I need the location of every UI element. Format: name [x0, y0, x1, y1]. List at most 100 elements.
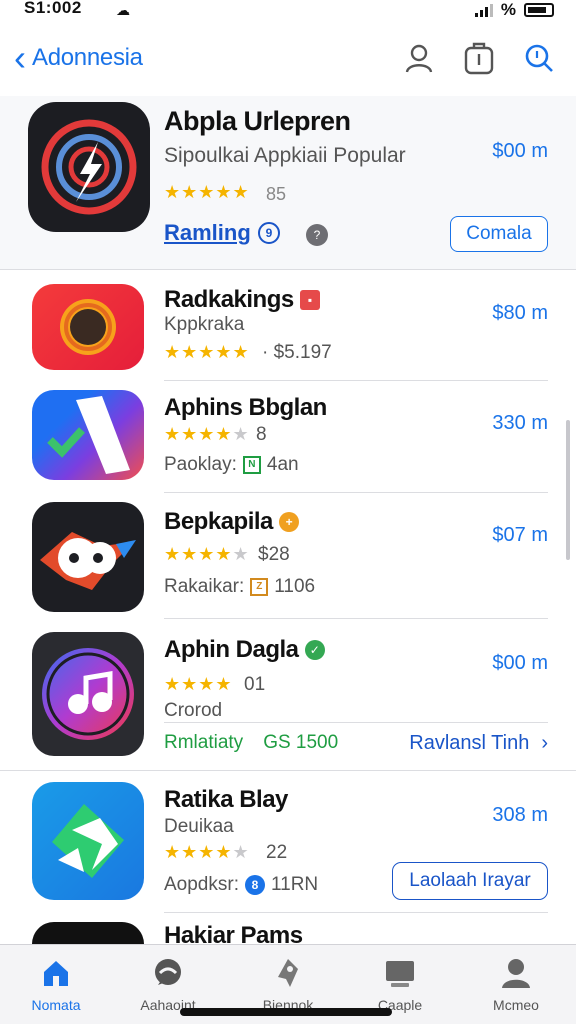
featured-app-subtitle: Sipoulkai Appkiaii Popular [164, 144, 406, 167]
profile-icon [460, 953, 572, 993]
star-rating: ★★★★★ [164, 182, 250, 202]
app-meta: 8 [256, 424, 267, 445]
app-name: Aphin Dagla ✓ [164, 636, 325, 664]
list-item[interactable]: Ratika Blay Deuikaa ★★★★★ 22 308 m Aopdk… [0, 772, 576, 914]
app-badge-icon: + [278, 512, 299, 532]
stars-full: ★★★★ [164, 424, 233, 444]
app-extra-info: Paoklay: N 4an [164, 454, 299, 476]
app-name-text: Hakiar Pams [164, 922, 303, 944]
extra-label: Rmlatiaty [164, 732, 244, 753]
chevron-right-icon: › [541, 732, 548, 754]
nav-bar: ‹ Adonnesia [0, 28, 576, 92]
app-icon [32, 284, 144, 370]
divider [164, 722, 548, 723]
app-subtitle: Crorod [164, 700, 223, 721]
app-extra-info: Rakaikar: Z 1106 [164, 576, 315, 598]
list-item[interactable]: Aphin Dagla ✓ ★★★★ 01 Crorod $00 m Rmlat… [0, 620, 576, 772]
divider [164, 492, 548, 493]
status-time: S1:002 [24, 0, 82, 17]
featured-app-card[interactable]: Abpla Urlepren Sipoulkai Appkiaii Popula… [0, 96, 576, 270]
app-price[interactable]: 330 m [492, 412, 548, 435]
app-name: Radkakings ▪ [164, 286, 320, 314]
app-name: Hakiar Pams [164, 922, 303, 944]
extra-label: Aopdksr: [164, 874, 239, 895]
tab-profile[interactable]: Mcmeo [460, 953, 572, 1013]
battery-icon [524, 3, 554, 17]
app-subtitle: Kppkraka [164, 314, 245, 335]
app-name: Bepkapila + [164, 508, 299, 536]
extra-label: Paoklay: [164, 454, 237, 475]
featured-app-title: Abpla Urlepren [164, 106, 351, 136]
tab-chat[interactable]: Aahaoint [112, 953, 224, 1013]
home-indicator[interactable] [180, 1008, 392, 1016]
list-item[interactable]: Bepkapila + ★★★★★ $28 $07 m Rakaikar: Z … [0, 494, 576, 620]
app-price[interactable]: $07 m [492, 524, 548, 547]
stars-full: ★★★★ [164, 544, 233, 564]
tag-icon: N [242, 456, 261, 474]
extra-text: 4an [266, 454, 299, 475]
status-bar: S1:002 ☁ % [0, 0, 576, 22]
back-label: Adonnesia [32, 44, 143, 71]
app-name: Aphins Bbglan [164, 394, 327, 422]
featured-get-button[interactable]: Comala [450, 216, 548, 252]
info-badge-icon: 8 [244, 875, 265, 895]
tag-icon: Z [250, 578, 269, 596]
stars-dim: ★ [232, 544, 250, 564]
extra-text: GS 1500 [263, 732, 339, 753]
stars-full: ★★★★ [164, 842, 233, 862]
see-details-link[interactable]: Ravlansl Tinh › [409, 732, 548, 755]
search-icon[interactable] [522, 38, 556, 78]
extra-text: 1106 [274, 576, 316, 597]
info-icon[interactable]: 9 [258, 222, 280, 244]
app-name-text: Aphin Dagla [164, 636, 299, 663]
featured-app-price[interactable]: $00 m [492, 140, 548, 163]
app-icon [32, 782, 144, 900]
app-price[interactable]: $80 m [492, 302, 548, 325]
star-rating: ★★★★★ [164, 342, 250, 363]
verified-icon: ✓ [304, 640, 325, 660]
stack-icon [344, 953, 456, 993]
rating-count: 85 [266, 184, 287, 204]
install-button[interactable]: Laolaah Irayar [392, 862, 548, 900]
divider [164, 618, 548, 619]
app-name-text: Radkakings [164, 286, 294, 313]
chevron-left-icon: ‹ [14, 37, 26, 78]
divider [164, 380, 548, 381]
person-icon[interactable] [402, 38, 436, 78]
app-price[interactable]: 308 m [492, 804, 548, 827]
chat-icon [112, 953, 224, 993]
list-item[interactable]: Aphins Bbglan ★★★★★ 8 330 m Paoklay: N 4… [0, 382, 576, 494]
tab-label: Nomata [31, 997, 81, 1013]
cloud-icon: ☁ [116, 2, 130, 18]
star-rating: ★★★★★ [164, 544, 250, 565]
app-price[interactable]: $00 m [492, 652, 548, 675]
app-name-text: Bepkapila [164, 508, 273, 535]
star-rating: ★★★★★ [164, 424, 250, 445]
back-button[interactable]: ‹ Adonnesia [14, 40, 143, 76]
extra-label: Rakaikar: [164, 576, 245, 597]
help-icon[interactable]: ? [306, 224, 328, 246]
app-meta: 01 [244, 674, 266, 695]
star-rating: ★★★★★ [164, 842, 250, 863]
signal-icon [474, 3, 493, 17]
scrollbar[interactable] [566, 420, 570, 560]
app-subtitle: Deuikaa [164, 816, 234, 837]
list-item[interactable]: Hakiar Pams [0, 914, 576, 944]
list-item[interactable]: Radkakings ▪ Kppkraka ★★★★★ · $5.197 $80… [0, 274, 576, 382]
bag-icon[interactable] [462, 38, 496, 78]
rocket-icon [232, 953, 344, 993]
status-indicators: % [474, 0, 554, 20]
stars-full: ★★★★ [164, 674, 233, 694]
app-name-text: Ratika Blay [164, 786, 288, 813]
stars-dim: ★ [232, 842, 250, 862]
tab-home[interactable]: Nomata [0, 953, 112, 1013]
tab-rocket[interactable]: Biennok [232, 953, 344, 1013]
divider [164, 912, 548, 913]
app-extra-info: Aopdksr: 8 11RN [164, 874, 318, 896]
tab-stack[interactable]: Caaple [344, 953, 456, 1013]
stars-dim: ★ [232, 424, 250, 444]
app-icon [32, 922, 144, 944]
app-icon [32, 390, 144, 480]
ranking-link[interactable]: Ramling [164, 220, 251, 246]
app-name: Ratika Blay [164, 786, 288, 814]
